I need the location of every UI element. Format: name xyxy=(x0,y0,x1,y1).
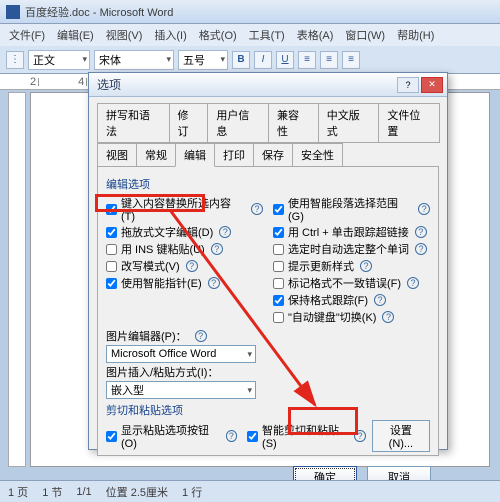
bold-button[interactable]: B xyxy=(232,51,250,69)
section-edit-options: 编辑选项 xyxy=(106,176,430,192)
check-option[interactable]: "自动键盘"切换(K)? xyxy=(273,309,430,325)
tab-文件位置[interactable]: 文件位置 xyxy=(378,103,440,143)
help-icon[interactable]: ? xyxy=(382,311,394,323)
align-right-icon[interactable]: ≡ xyxy=(342,51,360,69)
check-option[interactable]: 用 Ctrl + 单击跟踪超链接? xyxy=(273,224,430,240)
status-lines: 1 行 xyxy=(182,484,202,500)
tab-常规[interactable]: 常规 xyxy=(136,143,176,167)
italic-button[interactable]: I xyxy=(254,51,272,69)
titlebar: 百度经验.doc - Microsoft Word xyxy=(0,0,500,24)
font-selector[interactable]: 宋体 xyxy=(94,50,174,70)
help-icon[interactable]: ? xyxy=(226,430,237,442)
menu-window[interactable]: 窗口(W) xyxy=(340,25,390,45)
help-icon[interactable]: ? xyxy=(219,226,231,238)
section-cut-paste: 剪切和粘贴选项 xyxy=(106,402,430,418)
dialog-titlebar: 选项 ? ✕ xyxy=(89,73,447,97)
menu-format[interactable]: 格式(O) xyxy=(194,25,242,45)
underline-button[interactable]: U xyxy=(276,51,294,69)
style-selector[interactable]: 正文 xyxy=(28,50,90,70)
check-option[interactable]: 提示更新样式? xyxy=(273,258,430,274)
toolbar: ⋮ 正文 宋体 五号 B I U ≡ ≡ ≡ xyxy=(0,46,500,74)
tab-中文版式[interactable]: 中文版式 xyxy=(318,103,380,143)
tabs-row-2: 视图常规编辑打印保存安全性 xyxy=(97,143,439,167)
menu-insert[interactable]: 插入(I) xyxy=(149,25,191,45)
fontsize-selector[interactable]: 五号 xyxy=(178,50,228,70)
window-title: 百度经验.doc - Microsoft Word xyxy=(25,4,173,20)
check-option[interactable]: 使用智能指针(E)? xyxy=(106,275,263,291)
help-icon[interactable]: ? xyxy=(360,260,372,272)
check-option[interactable]: 保持格式跟踪(F)? xyxy=(273,292,430,308)
toolbar-handle-icon[interactable]: ⋮ xyxy=(6,51,24,69)
check-show-paste-options[interactable]: 显示粘贴选项按钮(O)? xyxy=(106,421,237,451)
settings-button[interactable]: 设置(N)... xyxy=(372,420,430,452)
menu-table[interactable]: 表格(A) xyxy=(292,25,339,45)
check-smart-cut-paste[interactable]: 智能剪切和粘贴(S)? xyxy=(247,422,366,450)
status-page: 1 页 xyxy=(8,484,28,500)
tab-拼写和语法[interactable]: 拼写和语法 xyxy=(97,103,170,143)
label-picture-editor: 图片编辑器(P)： xyxy=(106,328,187,344)
menu-file[interactable]: 文件(F) xyxy=(4,25,50,45)
check-option[interactable]: 使用智能段落选择范围(G)? xyxy=(273,195,430,223)
status-section: 1 节 xyxy=(42,484,62,500)
statusbar: 1 页 1 节 1/1 位置 2.5厘米 1 行 xyxy=(0,480,500,502)
tab-兼容性[interactable]: 兼容性 xyxy=(268,103,319,143)
check-option[interactable]: 改写模式(V)? xyxy=(106,258,263,274)
options-dialog: 选项 ? ✕ 拼写和语法修订用户信息兼容性中文版式文件位置 视图常规编辑打印保存… xyxy=(88,72,448,450)
label-picture-paste: 图片插入/粘贴方式(I)： xyxy=(106,364,430,380)
help-button[interactable]: ? xyxy=(397,77,419,93)
tab-保存[interactable]: 保存 xyxy=(253,143,293,167)
help-icon[interactable]: ? xyxy=(374,294,386,306)
help-icon[interactable]: ? xyxy=(251,203,263,215)
menu-view[interactable]: 视图(V) xyxy=(101,25,148,45)
check-option[interactable]: 标记格式不一致错误(F)? xyxy=(273,275,430,291)
close-button[interactable]: ✕ xyxy=(421,77,443,93)
menu-edit[interactable]: 编辑(E) xyxy=(52,25,99,45)
help-icon[interactable]: ? xyxy=(407,277,419,289)
picture-editor-combo[interactable]: Microsoft Office Word xyxy=(106,345,256,363)
check-option[interactable]: 用 INS 键粘贴(U)? xyxy=(106,241,263,257)
tabstrip: 拼写和语法修订用户信息兼容性中文版式文件位置 视图常规编辑打印保存安全性 编辑选… xyxy=(89,97,447,456)
tab-视图[interactable]: 视图 xyxy=(97,143,137,167)
help-icon[interactable]: ? xyxy=(354,430,365,442)
tab-panel-edit: 编辑选项 键入内容替换所选内容(T)?拖放式文字编辑(D)?用 INS 键粘贴(… xyxy=(97,166,439,456)
check-option[interactable]: 键入内容替换所选内容(T)? xyxy=(106,195,263,223)
vertical-ruler xyxy=(8,92,26,467)
status-position: 位置 2.5厘米 xyxy=(106,484,168,500)
tab-修订[interactable]: 修订 xyxy=(169,103,209,143)
help-icon[interactable]: ? xyxy=(415,226,427,238)
align-left-icon[interactable]: ≡ xyxy=(298,51,316,69)
check-option[interactable]: 选定时自动选定整个单词? xyxy=(273,241,430,257)
help-icon[interactable]: ? xyxy=(195,330,207,342)
picture-paste-combo[interactable]: 嵌入型 xyxy=(106,381,256,399)
align-center-icon[interactable]: ≡ xyxy=(320,51,338,69)
tab-编辑[interactable]: 编辑 xyxy=(175,143,215,167)
help-icon[interactable]: ? xyxy=(186,260,198,272)
tab-用户信息[interactable]: 用户信息 xyxy=(207,103,269,143)
menu-tools[interactable]: 工具(T) xyxy=(244,25,290,45)
help-icon[interactable]: ? xyxy=(415,243,427,255)
check-option[interactable]: 拖放式文字编辑(D)? xyxy=(106,224,263,240)
dialog-title: 选项 xyxy=(97,76,121,93)
word-icon xyxy=(6,5,20,19)
help-icon[interactable]: ? xyxy=(211,243,223,255)
tab-安全性[interactable]: 安全性 xyxy=(292,143,343,167)
menu-help[interactable]: 帮助(H) xyxy=(392,25,439,45)
help-icon[interactable]: ? xyxy=(418,203,430,215)
help-icon[interactable]: ? xyxy=(208,277,220,289)
status-pages: 1/1 xyxy=(76,486,91,498)
menubar: 文件(F) 编辑(E) 视图(V) 插入(I) 格式(O) 工具(T) 表格(A… xyxy=(0,24,500,46)
tabs-row-1: 拼写和语法修订用户信息兼容性中文版式文件位置 xyxy=(97,103,439,143)
tab-打印[interactable]: 打印 xyxy=(214,143,254,167)
